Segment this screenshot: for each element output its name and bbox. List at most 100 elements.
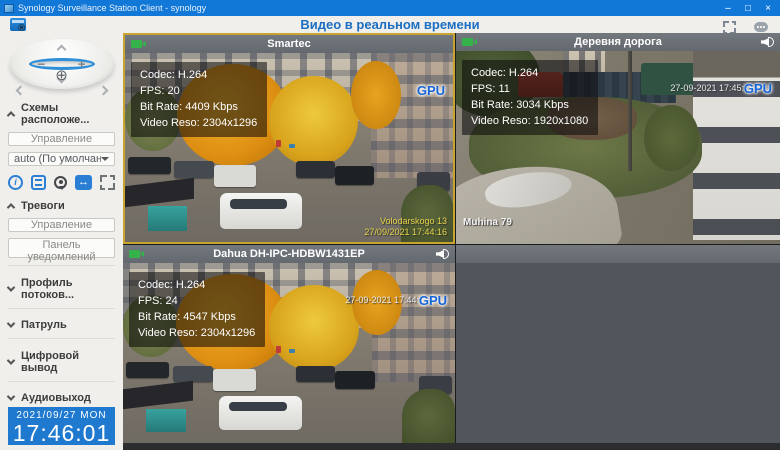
camera-tile-dahua[interactable]: Dahua DH-IPC-HDBW1431EP Codec: H.264 FPS… [123, 245, 455, 443]
layout-preset-select[interactable]: auto (По умолчанию) [8, 152, 115, 167]
empty-video-slot [456, 263, 780, 443]
close-button[interactable]: × [758, 0, 778, 16]
camera-video-feed[interactable]: Codec: H.264 FPS: 20 Bit Rate: 4409 Kbps… [125, 53, 453, 242]
fps-text: FPS: 20 [140, 85, 180, 97]
video-scene-shape [219, 396, 303, 431]
video-scene-shape [128, 156, 171, 174]
codec-text: Codec: H.264 [471, 67, 539, 79]
camera-icon [131, 40, 146, 48]
zoom-out-button[interactable]: − [38, 58, 46, 71]
camera-header[interactable]: Деревня дорога [456, 33, 780, 51]
video-scene-shape [351, 60, 401, 129]
codec-text: Codec: H.264 [140, 69, 208, 81]
section-layouts[interactable]: Схемы расположе... [6, 102, 115, 126]
video-scene-shape [335, 371, 376, 389]
page-title: Видео в реальном времени [300, 17, 480, 32]
video-scene-shape [146, 408, 187, 433]
video-scene-shape [174, 160, 214, 178]
section-alarms[interactable]: Тревоги [6, 200, 115, 212]
video-scene-shape [147, 206, 188, 231]
expand-view-button[interactable] [100, 173, 115, 191]
horizontal-arrows-icon: ↔ [75, 174, 92, 190]
video-scene-shape [123, 381, 193, 410]
chevron-down-icon [6, 282, 16, 292]
chevron-up-icon [6, 203, 16, 212]
location-pin-icon [54, 175, 67, 190]
camera-video-feed[interactable]: Codec: H.264 FPS: 24 Bit Rate: 4547 Kbps… [123, 263, 455, 443]
video-scene-shape [401, 389, 455, 443]
video-scene-shape [289, 349, 295, 354]
camera-video-feed[interactable]: Codec: H.264 FPS: 11 Bit Rate: 3034 Kbps… [456, 51, 780, 244]
camera-title: Dahua DH-IPC-HDBW1431EP [213, 248, 365, 260]
chevron-down-icon [6, 392, 16, 401]
notification-panel-button[interactable]: Панель уведомлений [8, 238, 115, 263]
camera-title: Деревня дорога [574, 36, 662, 48]
sidebar: − + ⊕ Схемы расположе... Управление auto… [0, 33, 123, 450]
camera-tile-empty[interactable] [456, 245, 780, 443]
ptz-up-arrow-icon[interactable] [56, 44, 66, 55]
window-title: Synology Surveillance Station Client - s… [18, 3, 207, 13]
chevron-down-icon [6, 355, 16, 365]
section-stream-profile[interactable]: Профиль потоков... [6, 277, 115, 301]
gpu-badge: GPU [418, 293, 447, 308]
chevron-down-icon [101, 157, 109, 165]
snapshot-target-button[interactable] [54, 173, 67, 191]
video-scene-shape [172, 365, 213, 382]
fps-text: FPS: 24 [138, 295, 178, 307]
fps-text: FPS: 11 [471, 83, 510, 95]
video-scene-shape [220, 192, 303, 229]
video-scene-shape [295, 365, 336, 382]
section-patrol[interactable]: Патруль [6, 319, 115, 331]
fit-stretch-button[interactable]: ↔ [75, 173, 92, 191]
section-audio-output[interactable]: Аудиовыход [6, 392, 115, 404]
video-scene-shape [275, 345, 281, 353]
app-header: Видео в реальном времени [0, 16, 780, 34]
list-icon [31, 174, 46, 190]
minimize-button[interactable]: – [718, 0, 738, 16]
video-scene-shape [212, 369, 256, 391]
video-scene-shape [295, 160, 335, 178]
speaker-icon[interactable] [436, 248, 450, 260]
live-view-grid: Smartec Codec: H.264 FPS: 20 Bit Rate: 4… [123, 33, 780, 450]
ptz-control-wheel[interactable]: − + ⊕ [9, 39, 114, 96]
resolution-text: Video Reso: 2304x1296 [140, 117, 258, 129]
layout-manage-button[interactable]: Управление [8, 132, 115, 147]
camera-title: Smartec [267, 38, 311, 50]
camera-icon [129, 250, 144, 258]
osd-list-button[interactable] [31, 173, 46, 191]
camera-header[interactable]: Dahua DH-IPC-HDBW1431EP [123, 245, 455, 263]
camera-icon [462, 38, 477, 46]
info-button[interactable]: i [8, 173, 23, 191]
video-scene-shape [643, 105, 699, 171]
camera-tile-smartec[interactable]: Smartec Codec: H.264 FPS: 20 Bit Rate: 4… [123, 33, 455, 244]
stream-info-overlay: Codec: H.264 FPS: 24 Bit Rate: 4547 Kbps… [129, 272, 266, 347]
ptz-zoom-ring[interactable]: − + ⊕ [28, 58, 95, 84]
video-scene-shape [125, 177, 194, 207]
codec-text: Codec: H.264 [138, 279, 206, 291]
video-scene-shape [289, 143, 295, 148]
section-digital-output[interactable]: Цифровой вывод [6, 350, 115, 374]
app-logo-icon [4, 3, 14, 13]
chevron-up-icon [6, 111, 16, 120]
gpu-badge: GPU [743, 81, 772, 96]
app-window: Synology Surveillance Station Client - s… [0, 0, 780, 450]
camera-osd-timestamp: 27-09-2021 17:44:06 [345, 295, 429, 305]
maximize-button[interactable]: □ [738, 0, 758, 16]
video-scene-shape [213, 164, 257, 188]
zoom-in-button[interactable]: + [78, 58, 86, 71]
ptz-left-arrow-icon[interactable] [15, 85, 25, 96]
camera-tile-village-road[interactable]: Деревня дорога Codec: H.264 FPS: 11 Bit … [456, 33, 780, 244]
chevron-down-icon [6, 319, 16, 328]
stream-info-overlay: Codec: H.264 FPS: 11 Bit Rate: 3034 Kbps… [462, 60, 599, 135]
gpu-badge: GPU [416, 83, 445, 98]
video-scene-shape [334, 166, 375, 186]
target-icon: ⊕ [55, 67, 68, 84]
speaker-icon[interactable] [761, 36, 775, 48]
view-toolbar: i ↔ [8, 173, 115, 191]
ptz-right-arrow-icon[interactable] [98, 85, 108, 96]
camera-header[interactable]: Smartec [125, 35, 453, 53]
alarm-manage-button[interactable]: Управление [8, 218, 115, 233]
video-scene-shape [126, 362, 170, 379]
resolution-text: Video Reso: 1920x1080 [471, 115, 589, 127]
video-scene-shape [692, 51, 780, 241]
